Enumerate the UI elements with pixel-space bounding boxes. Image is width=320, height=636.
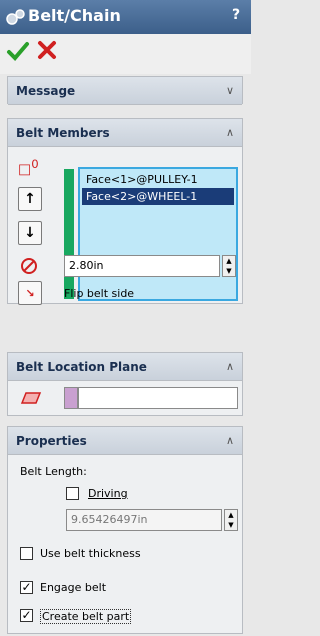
engage-belt-label[interactable]: Engage belt	[40, 581, 106, 594]
properties-header[interactable]: Properties ∧	[8, 427, 242, 455]
flip-icon: ↘	[25, 287, 35, 300]
selection-icon: □0	[18, 157, 39, 178]
belt-members-group: Belt Members ∧ □0 Face<1>@PULLEY-1 Face<…	[7, 118, 243, 305]
driving-checkbox[interactable]	[66, 487, 79, 500]
belt-members-list[interactable]: Face<1>@PULLEY-1 Face<2>@WHEEL-1	[78, 167, 238, 301]
plane-color-swatch	[64, 387, 78, 409]
use-thickness-checkbox[interactable]	[20, 547, 33, 560]
location-plane-header[interactable]: Belt Location Plane ∧	[8, 353, 242, 381]
selection-bar	[64, 169, 74, 299]
message-group: Message ∨	[7, 76, 243, 105]
x-icon[interactable]	[36, 39, 58, 61]
create-part-checkbox[interactable]: ✓	[20, 609, 33, 622]
properties-group: Properties ∧ Belt Length: Driving 9.6542…	[7, 426, 243, 634]
check-icon[interactable]	[6, 39, 30, 63]
move-down-button[interactable]: ↓	[18, 221, 42, 245]
belt-length-spinner[interactable]: ▲ ▼	[224, 509, 238, 531]
flip-belt-button[interactable]: ↘	[18, 281, 42, 305]
action-row	[0, 34, 251, 74]
plane-input[interactable]	[78, 387, 238, 409]
flip-belt-label[interactable]: Flip belt side	[64, 287, 134, 300]
message-label: Message	[16, 84, 76, 98]
driving-label[interactable]: Driving	[88, 487, 128, 500]
plane-icon	[20, 392, 42, 404]
belt-length-label: Belt Length:	[20, 465, 87, 478]
arrow-down-icon: ↓	[24, 225, 36, 241]
belt-chain-icon	[6, 9, 25, 25]
location-plane-group: Belt Location Plane ∧	[7, 352, 243, 416]
diameter-icon	[21, 258, 37, 274]
move-up-button[interactable]: ↑	[18, 187, 42, 211]
chevron-down-icon[interactable]: ∨	[226, 84, 234, 97]
message-header[interactable]: Message ∨	[8, 77, 242, 105]
help-button[interactable]: ?	[232, 7, 240, 23]
diameter-input[interactable]: 2.80in	[64, 255, 220, 277]
chevron-up-icon[interactable]: ∧	[226, 126, 234, 139]
list-item[interactable]: Face<1>@PULLEY-1	[82, 171, 234, 188]
belt-members-label: Belt Members	[16, 126, 110, 140]
belt-members-header[interactable]: Belt Members ∧	[8, 119, 242, 147]
chevron-up-icon[interactable]: ∧	[226, 434, 234, 447]
diameter-spinner[interactable]: ▲ ▼	[222, 255, 236, 277]
properties-label: Properties	[16, 434, 87, 448]
panel-title: Belt/Chain	[28, 6, 121, 25]
create-part-label[interactable]: Create belt part	[40, 609, 132, 624]
list-item[interactable]: Face<2>@WHEEL-1	[82, 188, 234, 205]
engage-belt-checkbox[interactable]: ✓	[20, 581, 33, 594]
use-thickness-label[interactable]: Use belt thickness	[40, 547, 141, 560]
arrow-up-icon: ↑	[24, 191, 36, 207]
location-plane-label: Belt Location Plane	[16, 360, 147, 374]
chevron-up-icon[interactable]: ∧	[226, 360, 234, 373]
belt-length-input[interactable]: 9.65426497in	[66, 509, 222, 531]
title-bar: Belt/Chain ?	[0, 0, 251, 34]
